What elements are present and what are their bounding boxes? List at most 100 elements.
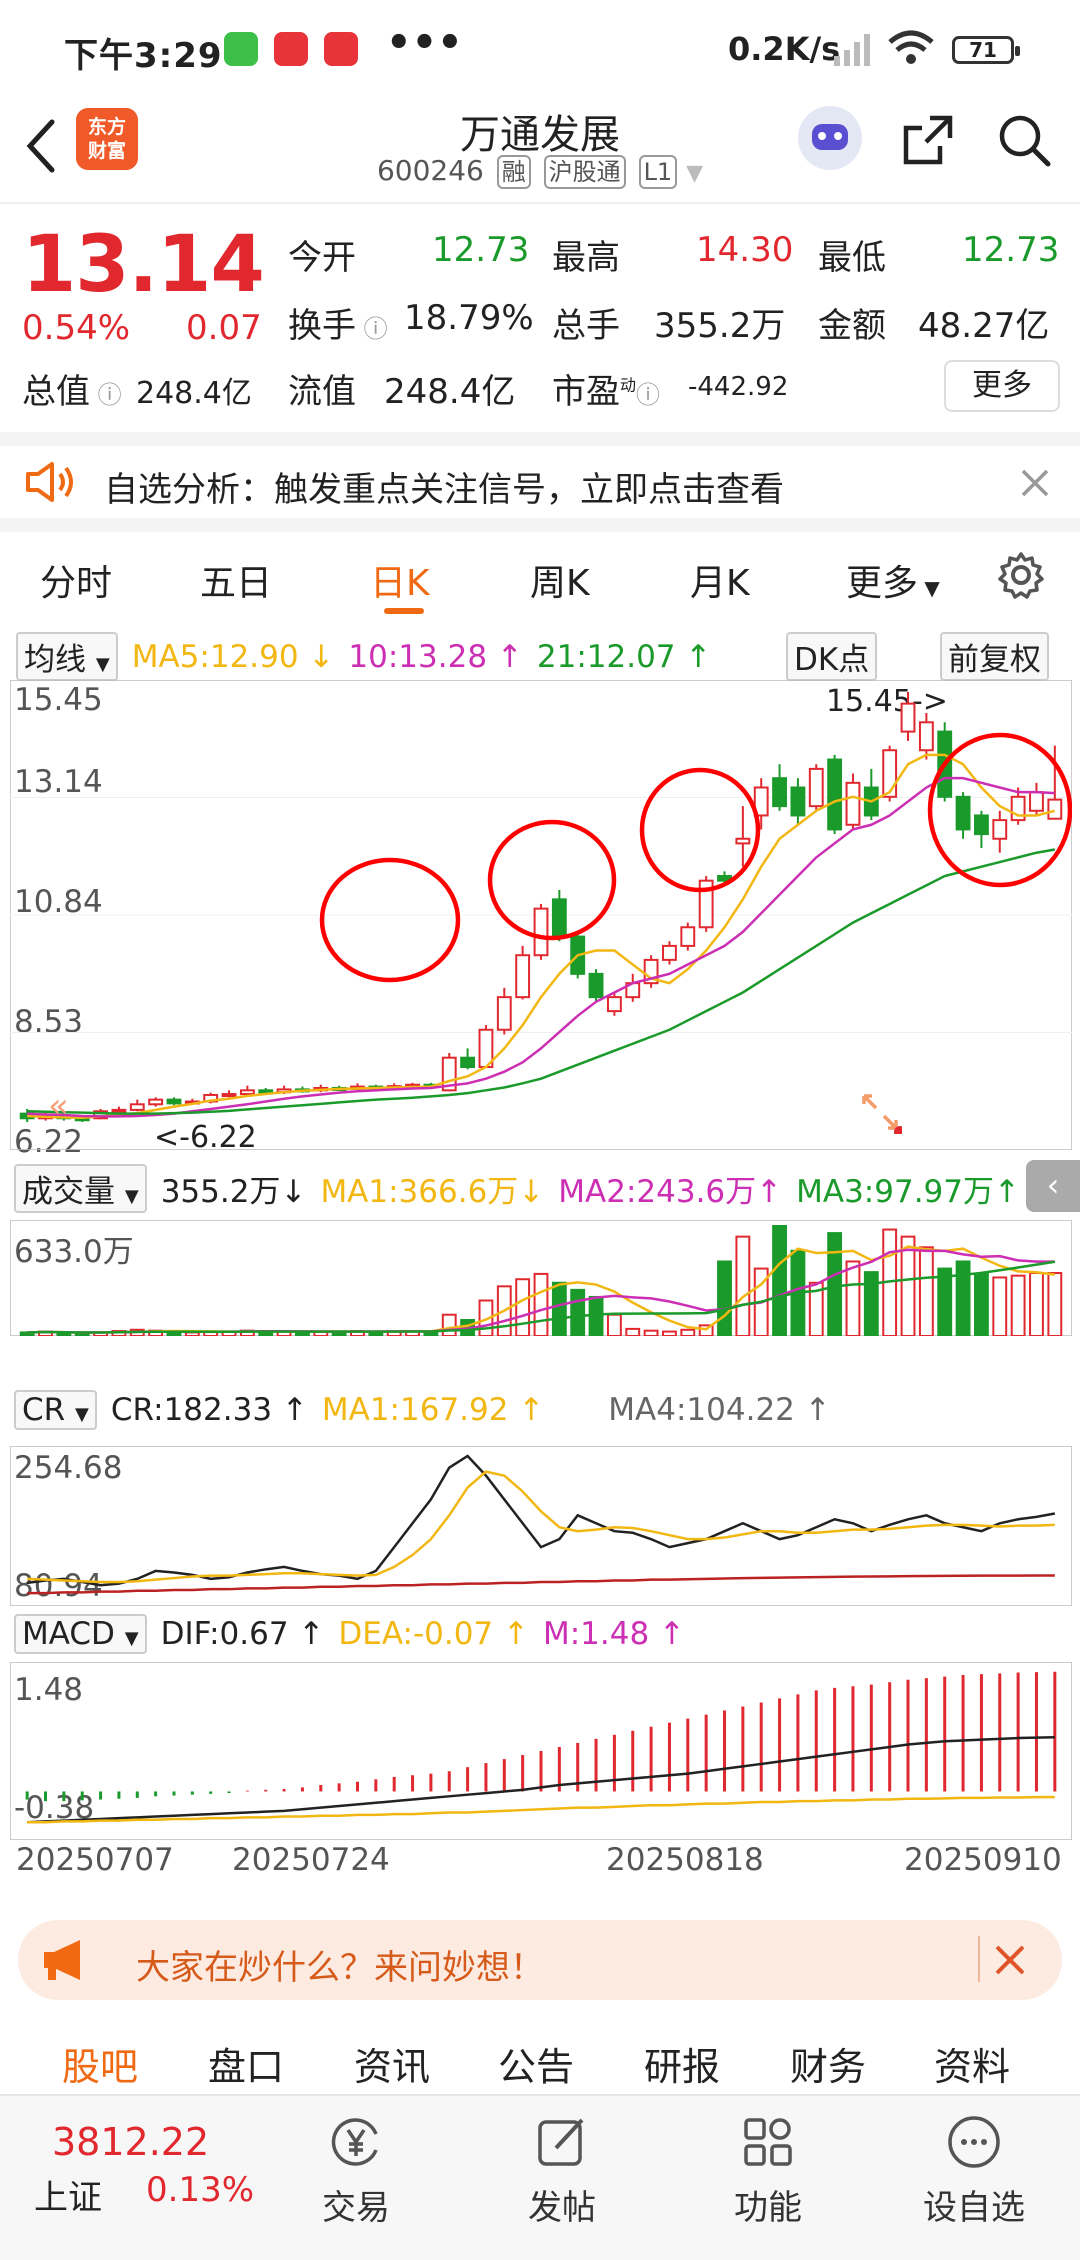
mcap-label: 总值 ⓘ — [22, 364, 122, 413]
volume-bar — [643, 1329, 659, 1336]
search-icon[interactable] — [996, 112, 1052, 168]
promo-divider — [978, 1936, 980, 1982]
tab-more-label: 更多 — [846, 563, 919, 604]
tab-daily-k[interactable]: 日K — [370, 554, 430, 606]
tab-monthly-k[interactable]: 月K — [690, 554, 750, 606]
candle-body — [148, 1098, 164, 1106]
pe-label-text: 市盈 — [552, 372, 620, 412]
tab-finance[interactable]: 财务 — [790, 2036, 866, 2091]
cr-lines-svg[interactable] — [10, 1446, 1072, 1606]
index-value[interactable]: 3812.22 — [52, 2120, 209, 2164]
caret-down-icon: ▼ — [124, 1628, 139, 1649]
yen-refresh-icon — [331, 2118, 378, 2166]
info-icon[interactable]: ⓘ — [90, 381, 122, 409]
macd-select[interactable]: MACD ▼ — [14, 1614, 147, 1654]
macd-legend: MACD ▼ DIF:0.67 ↑ DEA:-0.07 ↑ M:1.48 ↑ — [14, 1614, 685, 1654]
close-icon[interactable] — [994, 1944, 1026, 1976]
add-watchlist-button[interactable]: 设自选 — [904, 2114, 1044, 2229]
ai-promo-banner[interactable]: 大家在炒什么？来问妙想！ — [18, 1920, 1062, 2000]
ma10-label: 10:13.28 ↑ — [348, 638, 523, 675]
annotation-circle — [319, 857, 461, 983]
fullscreen-icon[interactable] — [858, 1090, 902, 1134]
function-button[interactable]: 功能 — [698, 2114, 838, 2229]
macd-dea: DEA:-0.07 ↑ — [338, 1616, 529, 1652]
volume-value: 355.2万 — [654, 306, 786, 346]
change-pct: 0.54% — [22, 308, 131, 348]
candle-body — [790, 786, 806, 817]
volume-select[interactable]: 成交量 ▼ — [14, 1164, 147, 1213]
candle-body — [992, 819, 1008, 840]
macd-select-label: MACD — [22, 1616, 115, 1652]
info-icon[interactable]: ⓘ — [356, 315, 388, 343]
volume-bar — [625, 1327, 641, 1336]
robot-assistant-icon[interactable] — [798, 106, 862, 170]
battery-icon: 71 — [952, 36, 1020, 64]
tab-intraday[interactable]: 分时 — [40, 554, 112, 606]
collapse-panel-icon[interactable]: ‹ — [1026, 1160, 1080, 1212]
volume-bar — [955, 1260, 971, 1336]
tab-five-day[interactable]: 五日 — [200, 554, 272, 606]
volume-bar — [1029, 1272, 1044, 1336]
candle-body — [239, 1089, 255, 1096]
macd-svg[interactable] — [10, 1662, 1072, 1840]
price-candles-svg[interactable] — [10, 680, 1072, 1150]
pe-value: -442.92 — [688, 372, 789, 402]
date-label: 20250910 — [904, 1842, 1062, 1878]
candle-body — [1029, 791, 1044, 812]
tab-guba[interactable]: 股吧 — [62, 2036, 138, 2091]
amount-value: 48.27亿 — [918, 306, 1050, 346]
tab-news[interactable]: 资讯 — [354, 2036, 430, 2091]
volume-bar — [1010, 1274, 1026, 1336]
open-label: 今开 — [288, 238, 356, 278]
volume-bar — [662, 1330, 677, 1336]
settings-gear-icon[interactable] — [996, 550, 1046, 600]
share-icon[interactable] — [900, 112, 956, 168]
tab-research[interactable]: 研报 — [644, 2036, 720, 2091]
quote-panel: 13.14 0.54% 0.07 今开 12.73 最高 14.30 最低 12… — [0, 206, 1080, 432]
tab-announcements[interactable]: 公告 — [498, 2036, 574, 2091]
volume-legend: 成交量 ▼ 355.2万↓ MA1:366.6万↓ MA2:243.6万↑ MA… — [14, 1164, 1020, 1213]
candle-body — [662, 944, 677, 961]
info-icon[interactable]: ⓘ — [636, 381, 660, 409]
volume-bar — [973, 1272, 989, 1336]
cr-select[interactable]: CR ▼ — [14, 1390, 97, 1430]
adjust-button[interactable]: 前复权 — [940, 632, 1049, 681]
promo-text: 大家在炒什么？来问妙想！ — [136, 1948, 544, 1988]
caret-down-icon: ▼ — [918, 576, 940, 600]
tag-level: L1 — [638, 155, 678, 189]
volume-bar — [680, 1328, 696, 1336]
date-label: 20250818 — [606, 1842, 764, 1878]
dk-point-button[interactable]: DK点 — [786, 632, 878, 681]
tab-profile[interactable]: 资料 — [934, 2036, 1010, 2091]
ma20-line — [27, 848, 1056, 1115]
tab-weekly-k[interactable]: 周K — [530, 554, 590, 606]
volume-bar — [992, 1276, 1008, 1336]
index-name: 上证 — [34, 2178, 102, 2218]
wifi-icon — [888, 30, 934, 64]
post-button[interactable]: 发帖 — [492, 2114, 632, 2229]
candle-body — [588, 972, 604, 999]
candle-body — [955, 795, 971, 831]
period-tabs: 分时 五日 日K 周K 月K 更多 ▼ — [0, 532, 1080, 624]
tab-more[interactable]: 更多 ▼ — [846, 554, 940, 606]
mcap-label-text: 总值 — [22, 372, 90, 412]
volume-bar — [1047, 1272, 1063, 1336]
ma20-label: 21:12.07 ↑ — [536, 638, 712, 675]
volume-bar — [772, 1225, 787, 1336]
cr-value: CR:182.33 ↑ — [110, 1392, 308, 1428]
notice-bar[interactable]: 自选分析：触发重点关注信号，立即点击查看 — [0, 432, 1080, 532]
more-button[interactable]: 更多 — [944, 360, 1060, 412]
volume-bars-svg[interactable] — [10, 1220, 1072, 1336]
wechat-icon — [224, 32, 258, 66]
news-app-icon — [274, 32, 308, 66]
scroll-left-icon[interactable]: « — [48, 1086, 88, 1126]
ma-select[interactable]: 均线 ▼ — [16, 632, 118, 681]
high-value: 14.30 — [696, 230, 794, 270]
annotation-circle — [639, 767, 761, 893]
trade-button[interactable]: 交易 — [286, 2114, 426, 2229]
tab-panko[interactable]: 盘口 — [208, 2036, 284, 2091]
cr_ma1-line — [27, 1470, 1055, 1584]
net-speed: 0.2K/s — [728, 30, 841, 68]
candle-body — [129, 1103, 145, 1111]
close-icon[interactable] — [1020, 468, 1050, 498]
